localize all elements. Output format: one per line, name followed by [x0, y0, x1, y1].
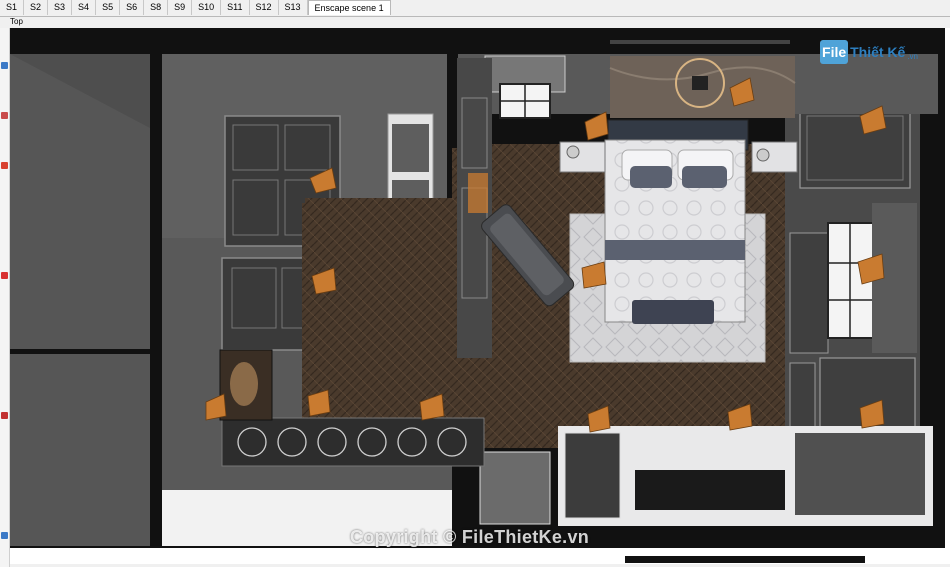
- nightstand-left: [559, 141, 606, 173]
- scene-tab-bar: S1 S2 S3 S4 S5 S6 S8 S9 S10 S11 S12 S13 Enscape scen…: [0, 0, 950, 17]
- brand-logo: File Thiết Kế .vn: [820, 40, 918, 64]
- bench: [632, 300, 714, 324]
- pan-icon[interactable]: [1, 412, 8, 419]
- view-label: Top: [10, 17, 23, 26]
- scene-tab[interactable]: S3: [48, 0, 73, 15]
- decorative-grille: [221, 417, 485, 467]
- zoom-icon[interactable]: [1, 532, 8, 539]
- pencil-icon[interactable]: [1, 162, 8, 169]
- bed-runner: [605, 240, 745, 260]
- 3d-viewport[interactable]: File Thiết Kế .vn Copyright © FileThietK…: [10, 28, 950, 564]
- scene-tab[interactable]: S6: [120, 0, 145, 15]
- scene-tab[interactable]: S2: [24, 0, 49, 15]
- bedroom-top-view: [10, 28, 950, 564]
- scene-tab[interactable]: S13: [279, 0, 308, 15]
- scene-tab[interactable]: Enscape scene 1: [307, 0, 391, 15]
- logo-word: Thiết Kế: [850, 44, 906, 60]
- scene-tab[interactable]: S9: [168, 0, 193, 15]
- scene-tab[interactable]: S1: [0, 0, 25, 15]
- select-tool-icon[interactable]: [1, 62, 8, 69]
- left-room-lower: [10, 354, 150, 546]
- scene-tab[interactable]: S12: [250, 0, 279, 15]
- copyright-watermark: Copyright © FileThietKe.vn: [350, 527, 590, 547]
- orbit-icon[interactable]: [1, 272, 8, 279]
- scene-tab[interactable]: S10: [192, 0, 222, 15]
- logo-domain: .vn: [907, 51, 918, 61]
- logo-mark: File: [820, 40, 849, 64]
- eraser-icon[interactable]: [1, 112, 8, 119]
- scene-tab[interactable]: S5: [96, 0, 121, 15]
- scene-tab[interactable]: S11: [221, 0, 250, 15]
- left-toolbar: [0, 28, 10, 567]
- scene-tab[interactable]: S8: [144, 0, 169, 15]
- scene-tab[interactable]: S4: [72, 0, 97, 15]
